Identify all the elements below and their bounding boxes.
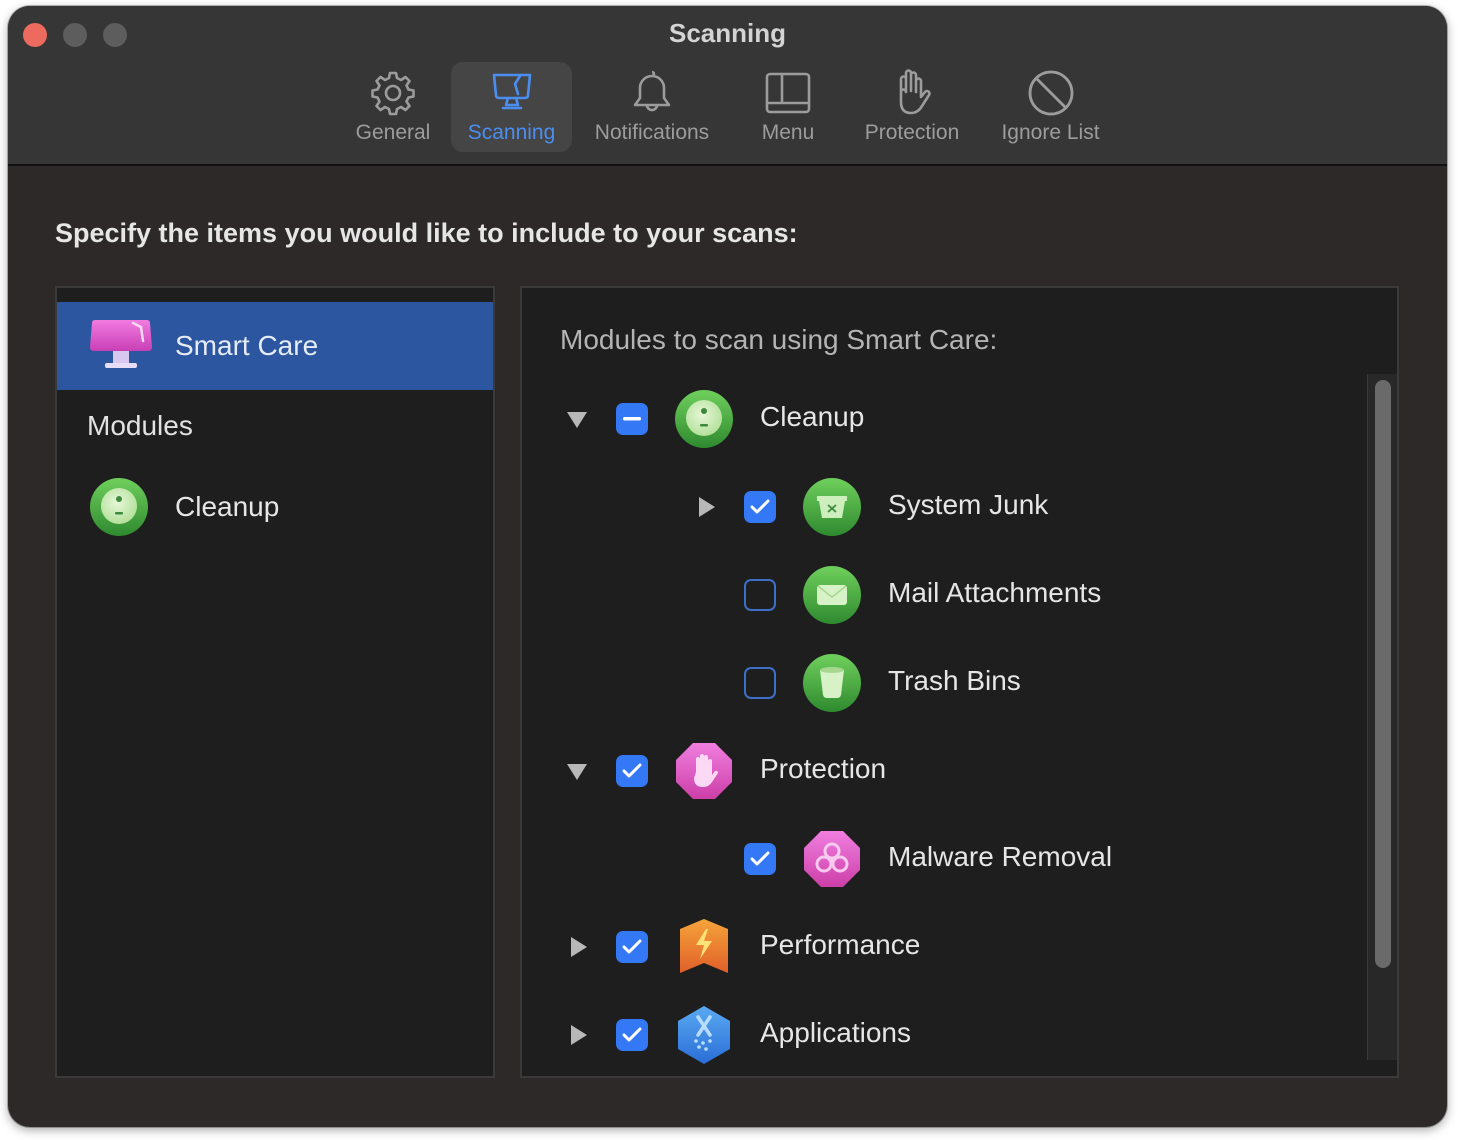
tab-ignore-list[interactable]: Ignore List (988, 62, 1113, 152)
system-junk-label: System Junk (888, 489, 1049, 520)
tab-protection[interactable]: Protection (851, 62, 973, 152)
smart-care-icon (90, 320, 152, 368)
prohibited-icon (1028, 70, 1073, 116)
modules-caption: Modules to scan using Smart Care: (560, 324, 998, 355)
cleanup-label: Cleanup (760, 401, 865, 432)
modules-tree-panel: Modules to scan using Smart Care: Cleanu… (520, 286, 1399, 1078)
tree-row-mail-attachments: Mail Attachments (522, 562, 1362, 628)
scan-source-list: Smart Care Modules Cleanup (55, 286, 495, 1078)
mixed-dash-icon (623, 417, 641, 421)
triangle-right-icon (699, 497, 715, 517)
checkmark-icon (622, 939, 642, 954)
tree-row-performance: Performance (522, 914, 1362, 980)
tab-menu-label: Menu (761, 121, 815, 144)
tree-row-applications: Applications (522, 1002, 1362, 1068)
tree-row-protection: Protection (522, 738, 1362, 804)
triangle-down-icon (567, 412, 587, 428)
title-bar: Scanning General Scanning Notifications … (8, 6, 1447, 166)
triangle-right-icon (571, 937, 587, 957)
cleanup-checkbox[interactable] (616, 403, 648, 435)
tab-general[interactable]: General (343, 62, 443, 152)
trash-bins-icon (803, 654, 861, 712)
tab-notifications-label: Notifications (594, 121, 710, 144)
monitor-icon (492, 73, 531, 110)
protection-expand-toggle[interactable] (566, 760, 588, 782)
performance-checkbox[interactable] (616, 931, 648, 963)
performance-icon (680, 919, 728, 973)
tree-row-cleanup: Cleanup (522, 386, 1362, 452)
tab-scanning-label: Scanning (467, 121, 556, 144)
tab-ignore-list-label: Ignore List (1001, 121, 1100, 144)
cleanup-expand-toggle[interactable] (566, 408, 588, 430)
system-junk-checkbox[interactable] (744, 491, 776, 523)
system-junk-expand-toggle[interactable] (696, 496, 718, 518)
tree-row-trash-bins: Trash Bins (522, 650, 1362, 716)
tree-row-malware-removal: Malware Removal (522, 826, 1362, 892)
tab-notifications[interactable]: Notifications (582, 62, 722, 152)
checkmark-icon (750, 851, 770, 866)
page-heading: Specify the items you would like to incl… (55, 218, 798, 248)
malware-removal-label: Malware Removal (888, 841, 1113, 872)
sidebar-item-smart-care[interactable]: Smart Care (57, 302, 493, 390)
scrollbar-thumb[interactable] (1375, 380, 1391, 968)
mail-attachments-icon (803, 566, 861, 624)
tab-general-label: General (355, 121, 431, 144)
performance-expand-toggle[interactable] (568, 936, 590, 958)
checkmark-icon (622, 1027, 642, 1042)
menu-layout-icon (765, 72, 811, 114)
applications-label: Applications (760, 1017, 911, 1048)
preferences-toolbar: General Scanning Notifications Menu Prot… (8, 62, 1447, 154)
mail-attachments-checkbox[interactable] (744, 579, 776, 611)
bell-icon (633, 70, 671, 112)
sidebar-item-smart-care-label: Smart Care (175, 330, 319, 361)
triangle-right-icon (571, 1025, 587, 1045)
tree-row-system-junk: System Junk (522, 474, 1362, 540)
tab-protection-label: Protection (864, 121, 960, 144)
sidebar-item-cleanup-label: Cleanup (175, 491, 280, 522)
cleanup-icon (675, 390, 733, 448)
applications-checkbox[interactable] (616, 1019, 648, 1051)
protection-icon (676, 743, 732, 799)
modules-section-label: Modules (87, 410, 193, 441)
malware-removal-icon (804, 831, 860, 887)
checkmark-icon (750, 499, 770, 514)
preferences-window: Scanning General Scanning Notifications … (8, 6, 1447, 1127)
performance-label: Performance (760, 929, 921, 960)
cleanup-icon (90, 478, 148, 536)
malware-removal-checkbox[interactable] (744, 843, 776, 875)
mail-attachments-label: Mail Attachments (888, 577, 1102, 608)
tab-menu[interactable]: Menu (743, 62, 833, 152)
system-junk-icon (803, 478, 861, 536)
checkmark-icon (622, 763, 642, 778)
hand-icon (899, 69, 931, 115)
protection-checkbox[interactable] (616, 755, 648, 787)
vertical-scrollbar[interactable] (1367, 374, 1397, 1060)
applications-expand-toggle[interactable] (568, 1024, 590, 1046)
sidebar-item-cleanup[interactable]: Cleanup (57, 474, 493, 540)
window-title: Scanning (668, 18, 786, 48)
gear-icon (371, 71, 415, 116)
triangle-down-icon (567, 764, 587, 780)
protection-label: Protection (760, 753, 887, 784)
tab-scanning[interactable]: Scanning (451, 62, 572, 152)
trash-bins-label: Trash Bins (888, 665, 1021, 696)
trash-bins-checkbox[interactable] (744, 667, 776, 699)
applications-icon (678, 1006, 730, 1064)
